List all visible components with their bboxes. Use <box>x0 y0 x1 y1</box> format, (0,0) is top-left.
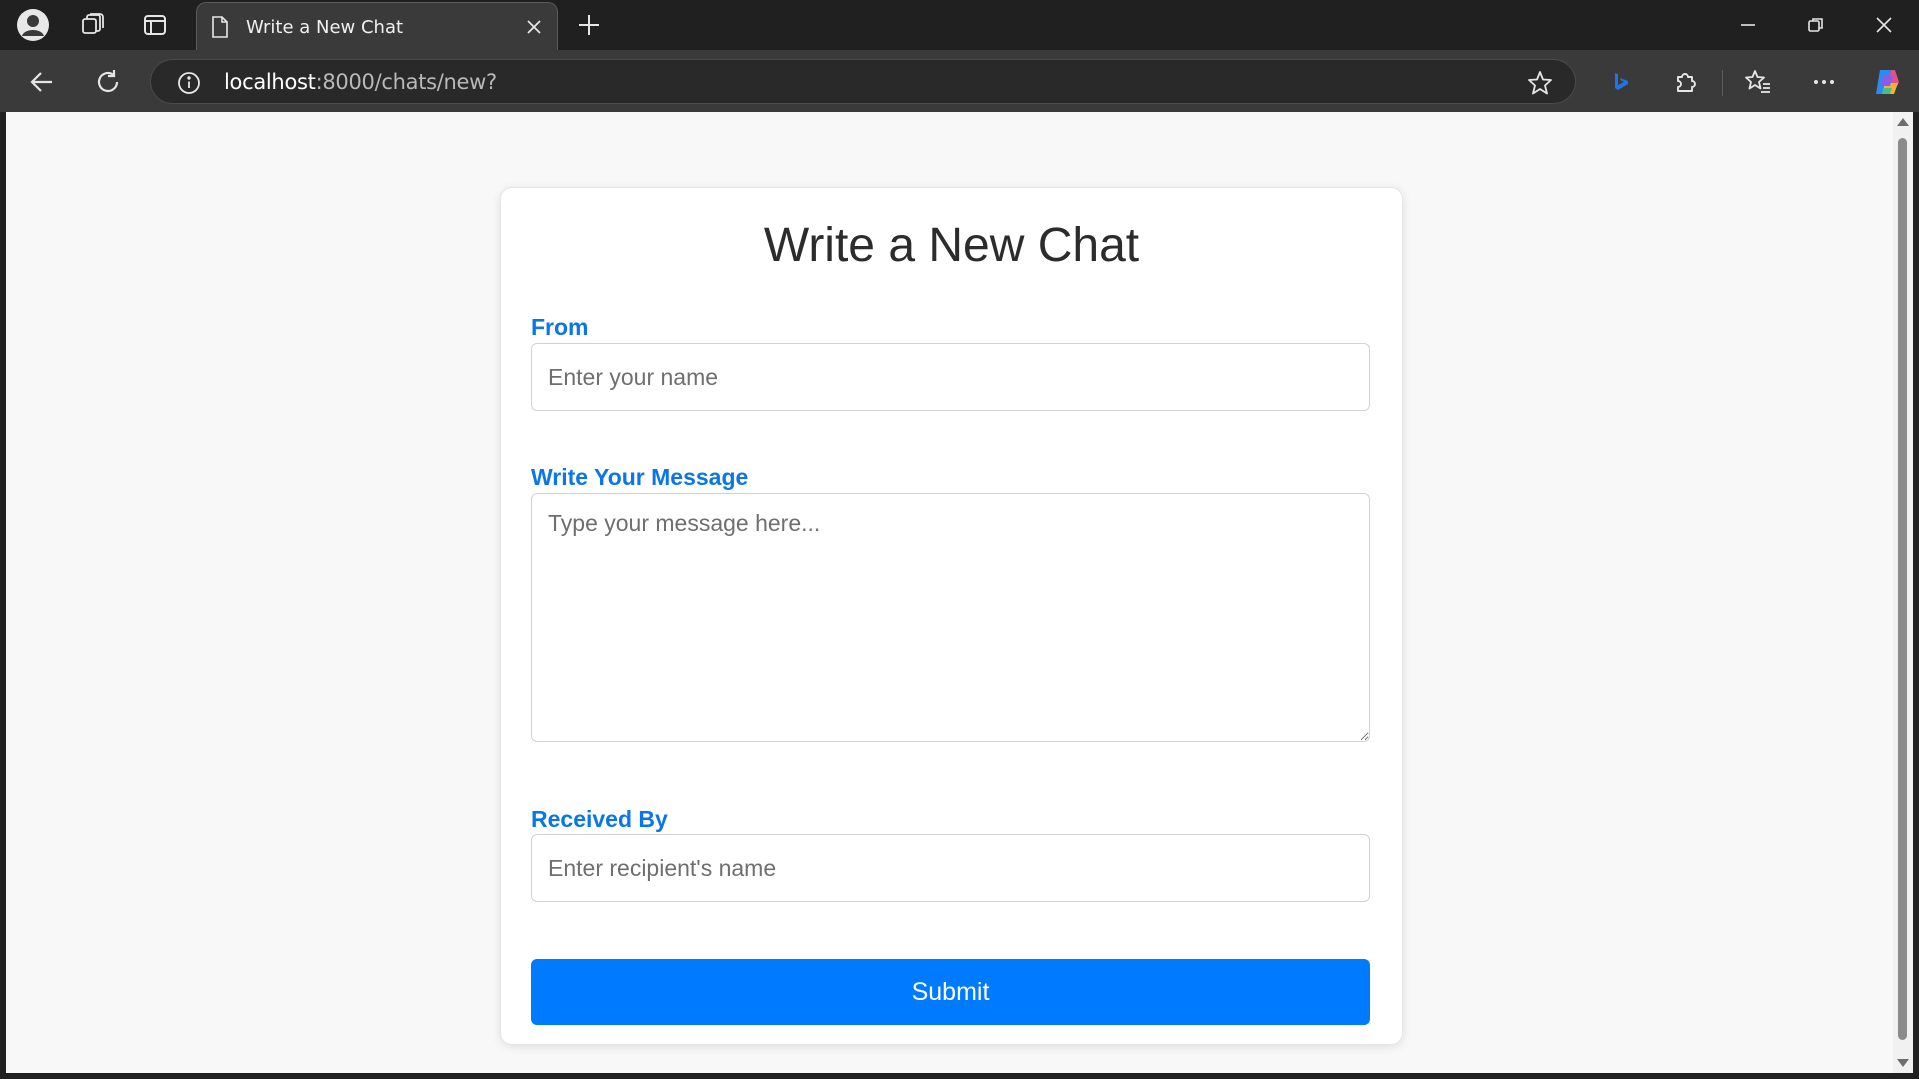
received-by-label: Received By <box>531 806 668 832</box>
received-by-input[interactable] <box>531 834 1370 902</box>
toolbar-divider <box>1722 70 1723 96</box>
browser-toolbar: localhost:8000/chats/new? <box>0 50 1919 112</box>
extensions-icon[interactable] <box>1669 65 1703 99</box>
bing-icon[interactable] <box>1604 65 1638 99</box>
scroll-up-arrow[interactable] <box>1897 118 1909 126</box>
refresh-icon[interactable] <box>91 65 125 99</box>
window-bottom-edge <box>0 1073 1919 1079</box>
url-host: localhost <box>224 70 316 94</box>
title-bar: Write a New Chat <box>0 0 1919 50</box>
plus-icon[interactable] <box>574 10 604 40</box>
from-label: From <box>531 314 589 340</box>
vertical-scrollbar[interactable] <box>1893 112 1913 1073</box>
message-label: Write Your Message <box>531 464 749 490</box>
favorites-icon[interactable] <box>1741 65 1775 99</box>
profile-icon[interactable] <box>16 8 50 42</box>
message-textarea[interactable] <box>531 493 1370 742</box>
tab-actions-icon[interactable] <box>138 8 172 42</box>
workspaces-icon[interactable] <box>76 8 110 42</box>
minimize-icon[interactable] <box>1726 8 1770 42</box>
document-icon <box>211 16 229 43</box>
from-input[interactable] <box>531 343 1370 411</box>
active-tab[interactable]: Write a New Chat <box>196 2 558 50</box>
address-bar[interactable]: localhost:8000/chats/new? <box>150 59 1576 104</box>
copilot-icon[interactable] <box>1870 65 1904 99</box>
star-icon[interactable] <box>1527 70 1553 101</box>
url-text[interactable]: localhost:8000/chats/new? <box>224 70 497 94</box>
submit-button[interactable]: Submit <box>531 959 1370 1025</box>
more-icon[interactable] <box>1807 65 1841 99</box>
scroll-thumb[interactable] <box>1898 138 1907 1040</box>
info-icon[interactable] <box>177 71 201 100</box>
page-viewport: Write a New Chat From Write Your Message… <box>6 112 1893 1073</box>
close-icon[interactable] <box>525 18 543 36</box>
page-title: Write a New Chat <box>763 219 1140 272</box>
scroll-down-arrow[interactable] <box>1897 1059 1909 1067</box>
restore-icon[interactable] <box>1794 8 1838 42</box>
url-path: :8000/chats/new? <box>315 70 498 94</box>
tab-title: Write a New Chat <box>246 17 404 38</box>
chat-form-card: Write a New Chat From Write Your Message… <box>500 187 1403 1045</box>
back-icon[interactable] <box>25 65 59 99</box>
window-close-icon[interactable] <box>1862 8 1906 42</box>
